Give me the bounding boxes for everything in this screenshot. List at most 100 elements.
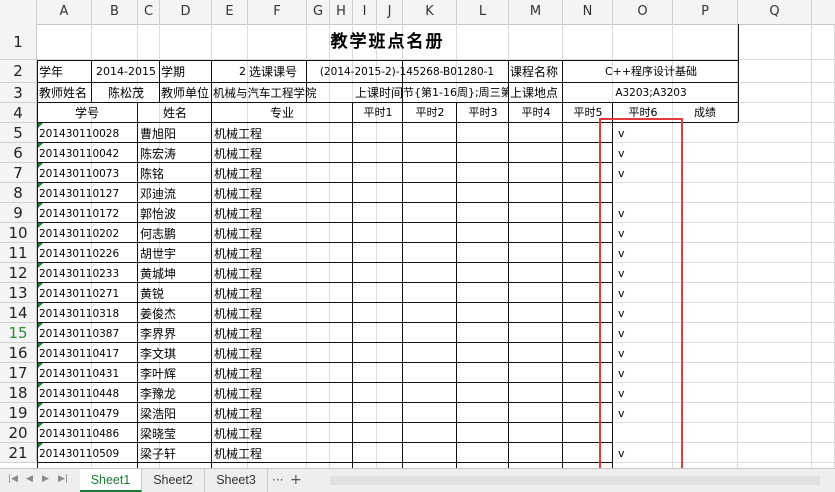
student-id-cell: 201430110448	[39, 388, 120, 400]
student-name-cell: 胡世宇	[140, 247, 177, 261]
error-indicator-icon	[38, 283, 43, 288]
column-header-p[interactable]: P	[673, 0, 738, 24]
row-header-2[interactable]: 2	[0, 60, 37, 83]
table-border-h	[37, 60, 738, 61]
tab-sheet3[interactable]: Sheet3	[205, 469, 268, 492]
column-header-e[interactable]: E	[212, 0, 248, 24]
table-border-v	[137, 102, 138, 468]
student-id-cell: 201430110271	[39, 288, 120, 300]
error-indicator-icon	[38, 383, 43, 388]
row-header-7[interactable]: 7	[0, 163, 37, 183]
student-id-cell: 201430110417	[39, 348, 120, 360]
header-p4: 平时4	[521, 106, 551, 119]
column-header-d[interactable]: D	[160, 0, 212, 24]
row-header-17[interactable]: 17	[0, 363, 37, 383]
unit-label: 教师单位	[161, 86, 210, 100]
column-header-m[interactable]: M	[509, 0, 563, 24]
student-name-cell: 李文琪	[140, 347, 177, 361]
tab-sheet2[interactable]: Sheet2	[142, 469, 205, 492]
row-header-6[interactable]: 6	[0, 143, 37, 163]
student-id-cell: 201430110172	[39, 208, 120, 220]
row-header-4[interactable]: 4	[0, 103, 37, 123]
row-header-13[interactable]: 13	[0, 283, 37, 303]
student-name-cell: 梁晓莹	[140, 427, 177, 441]
next-sheet-icon[interactable]: ▶	[42, 474, 49, 484]
row-header-21[interactable]: 21	[0, 443, 37, 463]
student-major-cell: 机械工程	[214, 127, 263, 141]
row-header-18[interactable]: 18	[0, 383, 37, 403]
row-header-12[interactable]: 12	[0, 263, 37, 283]
student-major-cell: 机械工程	[214, 247, 263, 261]
column-header-b[interactable]: B	[92, 0, 138, 24]
column-header-a[interactable]: A	[37, 0, 92, 24]
row-header-8[interactable]: 8	[0, 183, 37, 203]
course-code-value: (2014-2015-2)-145268-B01280-1	[319, 66, 495, 78]
tab-sheet1[interactable]: Sheet1	[80, 469, 142, 492]
student-major-cell: 机械工程	[214, 427, 263, 441]
row-header-20[interactable]: 20	[0, 423, 37, 443]
table-border-v	[508, 102, 509, 468]
student-id-cell: 201430110431	[39, 368, 120, 380]
column-header-k[interactable]: K	[403, 0, 457, 24]
row-header-15[interactable]: 15	[0, 323, 37, 343]
student-major-cell: 机械工程	[214, 307, 263, 321]
student-name-cell: 李叶辉	[140, 367, 177, 381]
highlight-box	[599, 118, 683, 468]
row-header-19[interactable]: 19	[0, 403, 37, 423]
student-major-cell: 机械工程	[214, 327, 263, 341]
header-student-id: 学号	[74, 106, 99, 120]
student-id-cell: 201430110202	[39, 228, 120, 240]
student-id-cell: 201430110226	[39, 248, 120, 260]
column-header-l[interactable]: L	[457, 0, 509, 24]
teacher-label: 教师姓名	[39, 86, 88, 100]
row-header-14[interactable]: 14	[0, 303, 37, 323]
spreadsheet-area[interactable]: A B C D E F G H I J K L M N O P Q 1 2 3 4 5 6 7 8 9 10 11 12 13 14 15 16…	[0, 0, 835, 468]
error-indicator-icon	[38, 163, 43, 168]
error-indicator-icon	[38, 403, 43, 408]
term-value: 2	[239, 65, 246, 78]
select-all-corner[interactable]	[0, 0, 37, 24]
student-major-cell: 机械工程	[214, 207, 263, 221]
column-header-h[interactable]: H	[330, 0, 353, 24]
student-major-cell: 机械工程	[214, 367, 263, 381]
row-header-5[interactable]: 5	[0, 123, 37, 143]
year-value: 2014-2015	[96, 65, 156, 78]
column-header-q[interactable]: Q	[738, 0, 812, 24]
horizontal-scrollbar[interactable]	[330, 476, 820, 485]
student-name-cell: 黄锐	[140, 287, 165, 301]
column-header-i[interactable]: I	[353, 0, 377, 24]
student-id-cell: 201430110479	[39, 408, 120, 420]
column-header-o[interactable]: O	[613, 0, 673, 24]
student-name-cell: 曹旭阳	[140, 127, 177, 141]
more-sheets-icon[interactable]: ···	[272, 469, 283, 492]
time-value: 节{第1-16周};周三第7节	[403, 86, 509, 99]
row-header-16[interactable]: 16	[0, 343, 37, 363]
student-major-cell: 机械工程	[214, 167, 263, 181]
student-name-cell: 何志鹏	[140, 227, 177, 241]
student-major-cell: 机械工程	[214, 347, 263, 361]
unit-value: 机械与汽车工程学院	[213, 86, 317, 100]
error-indicator-icon	[38, 343, 43, 348]
add-sheet-icon[interactable]: +	[290, 469, 302, 492]
column-header-j[interactable]: J	[377, 0, 403, 24]
row-header-1[interactable]: 1	[0, 24, 37, 60]
last-sheet-icon[interactable]: ▶|	[58, 474, 68, 484]
header-p2: 平时2	[415, 106, 445, 119]
column-header-n[interactable]: N	[563, 0, 613, 24]
row-header-10[interactable]: 10	[0, 223, 37, 243]
row-header-3[interactable]: 3	[0, 83, 37, 103]
row-header-11[interactable]: 11	[0, 243, 37, 263]
column-header-f[interactable]: F	[248, 0, 307, 24]
student-id-cell: 201430110042	[39, 148, 120, 160]
prev-sheet-icon[interactable]: ◀	[26, 474, 33, 484]
student-id-cell: 201430110028	[39, 128, 120, 140]
row-header-9[interactable]: 9	[0, 203, 37, 223]
student-name-cell: 姜俊杰	[140, 307, 177, 321]
student-name-cell: 邓迪流	[140, 187, 177, 201]
student-major-cell: 机械工程	[214, 147, 263, 161]
error-indicator-icon	[38, 303, 43, 308]
column-header-c[interactable]: C	[138, 0, 160, 24]
column-header-g[interactable]: G	[307, 0, 330, 24]
error-indicator-icon	[38, 323, 43, 328]
first-sheet-icon[interactable]: |◀	[8, 474, 18, 484]
